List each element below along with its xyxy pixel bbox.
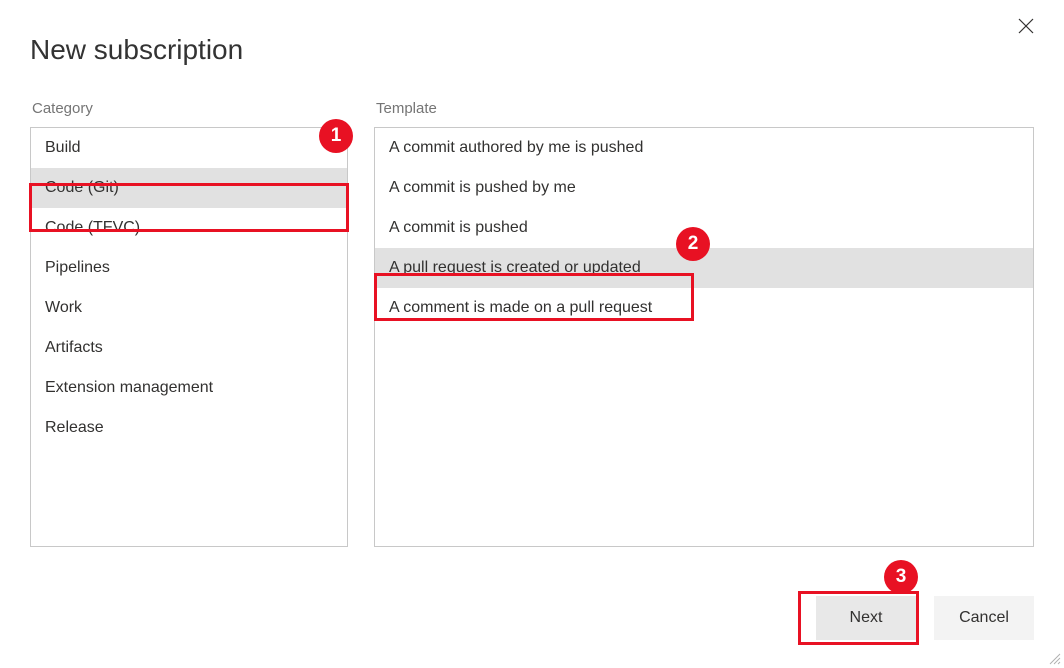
- template-item-pr-comment[interactable]: A comment is made on a pull request: [375, 288, 1033, 328]
- category-item-build[interactable]: Build: [31, 128, 347, 168]
- next-button[interactable]: Next: [816, 596, 916, 640]
- category-item-pipelines[interactable]: Pipelines: [31, 248, 347, 288]
- close-icon: [1018, 18, 1034, 34]
- close-button[interactable]: [1014, 14, 1038, 38]
- category-item-code-git[interactable]: Code (Git): [31, 168, 347, 208]
- template-column: Template A commit authored by me is push…: [374, 100, 1034, 547]
- template-listbox: A commit authored by me is pushed A comm…: [374, 127, 1034, 547]
- template-item-commit-pushed-by-me[interactable]: A commit is pushed by me: [375, 168, 1033, 208]
- category-listbox: Build Code (Git) Code (TFVC) Pipelines W…: [30, 127, 348, 547]
- template-item-commit-authored[interactable]: A commit authored by me is pushed: [375, 128, 1033, 168]
- category-item-extension-management[interactable]: Extension management: [31, 368, 347, 408]
- category-item-release[interactable]: Release: [31, 408, 347, 448]
- category-item-work[interactable]: Work: [31, 288, 347, 328]
- columns-container: Category Build Code (Git) Code (TFVC) Pi…: [30, 100, 1034, 547]
- annotation-badge-2: 2: [676, 227, 710, 261]
- category-column: Category Build Code (Git) Code (TFVC) Pi…: [30, 100, 348, 547]
- annotation-badge-3: 3: [884, 560, 918, 594]
- category-label: Category: [30, 100, 348, 117]
- category-item-artifacts[interactable]: Artifacts: [31, 328, 347, 368]
- cancel-button[interactable]: Cancel: [934, 596, 1034, 640]
- category-item-code-tfvc[interactable]: Code (TFVC): [31, 208, 347, 248]
- template-label: Template: [374, 100, 1034, 117]
- resize-grip-icon: [1048, 652, 1062, 666]
- dialog-title: New subscription: [30, 34, 243, 66]
- button-row: Next Cancel: [816, 596, 1034, 640]
- annotation-badge-1: 1: [319, 119, 353, 153]
